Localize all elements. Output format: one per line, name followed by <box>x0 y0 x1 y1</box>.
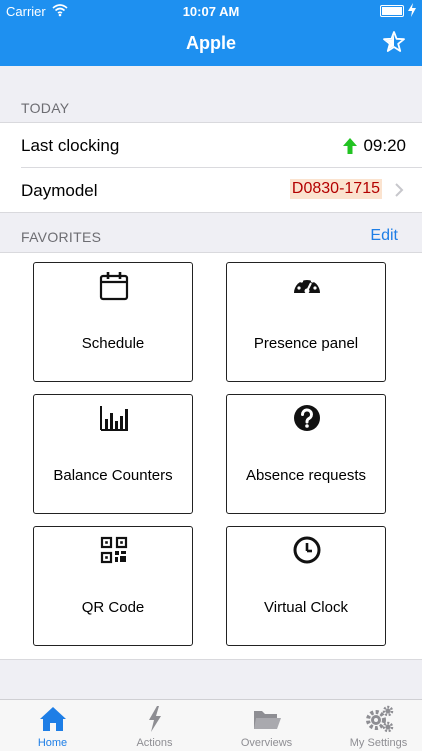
tile-absence-requests[interactable]: Absence requests <box>226 394 386 514</box>
last-clocking-row[interactable]: Last clocking 09:20 <box>0 123 422 168</box>
lightning-icon <box>149 706 161 732</box>
home-icon <box>40 707 66 731</box>
tile-label: QR Code <box>81 599 145 616</box>
arrow-up-icon <box>343 138 357 154</box>
tab-label: Actions <box>136 737 173 749</box>
bar-chart-icon <box>100 406 128 431</box>
edit-favorites-button[interactable]: Edit <box>370 227 398 245</box>
tab-overviews[interactable]: Overviews <box>214 700 319 751</box>
tile-label: Virtual Clock <box>264 599 348 616</box>
charging-icon <box>408 3 416 17</box>
tile-label: Presence panel <box>253 335 359 352</box>
tab-actions[interactable]: Actions <box>102 700 207 751</box>
status-time: 10:07 AM <box>182 4 240 19</box>
favorite-star-icon[interactable] <box>382 30 406 54</box>
tile-presence-panel[interactable]: Presence panel <box>226 262 386 382</box>
chevron-right-icon <box>395 183 404 197</box>
tab-label: My Settings <box>349 737 408 749</box>
today-group: Last clocking 09:20 Daymodel D0830-1715 <box>0 122 422 213</box>
calendar-icon <box>99 272 129 301</box>
tile-label: Absence requests <box>245 467 367 484</box>
qr-code-icon <box>100 536 128 564</box>
tile-qr-code[interactable]: QR Code <box>33 526 193 646</box>
tab-label: Home <box>37 737 68 749</box>
daymodel-value: D0830-1715 <box>289 179 382 199</box>
page-title: Apple <box>185 33 236 53</box>
gears-icon <box>366 705 394 733</box>
tile-schedule[interactable]: Schedule <box>33 262 193 382</box>
favorites-grid: Schedule Presence panel Balance Counters <box>0 252 422 660</box>
favorites-section-header: FAVORITES <box>21 229 102 245</box>
status-bar: Carrier 10:07 AM <box>0 0 422 22</box>
question-icon <box>294 405 320 431</box>
tile-virtual-clock[interactable]: Virtual Clock <box>226 526 386 646</box>
tile-label: Balance Counters <box>53 467 173 484</box>
tab-home[interactable]: Home <box>0 700 105 751</box>
last-clocking-label: Last clocking <box>21 136 120 155</box>
today-section-header: TODAY <box>21 100 70 116</box>
folder-icon <box>254 711 281 729</box>
last-clocking-time: 09:20 <box>363 136 406 155</box>
tile-balance-counters[interactable]: Balance Counters <box>33 394 193 514</box>
daymodel-label: Daymodel <box>21 181 98 200</box>
clock-icon <box>293 536 321 564</box>
navigation-header: Carrier 10:07 AM Apple <box>0 0 422 66</box>
speedometer-icon <box>294 276 320 294</box>
daymodel-row[interactable]: Daymodel D0830-1715 <box>0 168 422 212</box>
tab-label: Overviews <box>240 737 293 749</box>
tab-my-settings[interactable]: My Settings <box>326 700 422 751</box>
battery-icon <box>380 5 404 17</box>
tab-bar: Home Actions Overviews My Settings <box>0 699 422 751</box>
tile-label: Schedule <box>81 335 145 352</box>
